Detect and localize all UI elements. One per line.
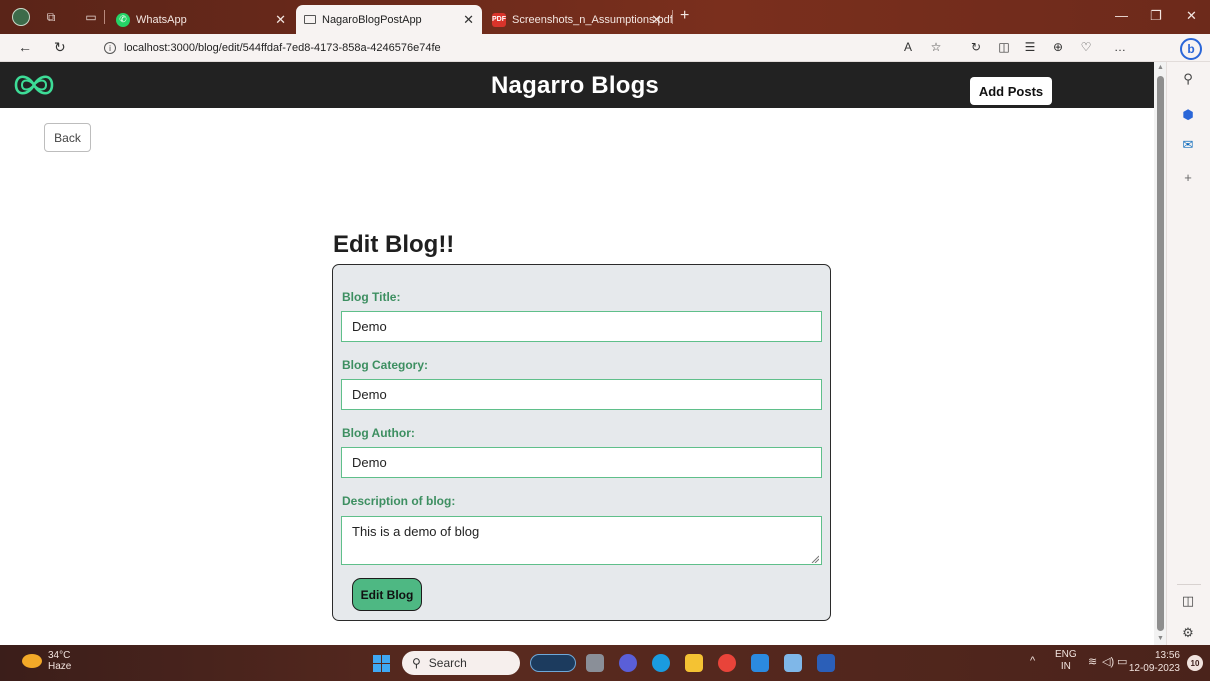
wifi-icon[interactable]: ≋ [1088, 655, 1097, 668]
close-icon[interactable]: ✕ [275, 12, 286, 28]
favorites-icon[interactable]: ☰ [1022, 40, 1038, 54]
collections-icon[interactable]: ⊕ [1050, 40, 1066, 54]
favorite-star-icon[interactable]: ☆ [928, 40, 944, 54]
windows-taskbar: 34°C Haze ⚲ Search ^ ENG IN ≋ ◁) ▭ 13:56… [0, 645, 1210, 681]
page-icon [304, 15, 316, 24]
task-view-icon[interactable] [586, 654, 604, 672]
taskbar-search[interactable]: ⚲ Search [402, 651, 520, 675]
time-text: 13:56 [1154, 650, 1180, 661]
tab-whatsapp[interactable]: ✆ WhatsApp ✕ [108, 5, 294, 34]
app-header: Nagarro Blogs Add Posts [0, 62, 1160, 108]
address-bar-row: ← ↻ i localhost:3000/blog/edit/544ffdaf-… [0, 34, 1210, 62]
show-hidden-icons-icon[interactable]: ^ [1030, 655, 1035, 667]
sidebar-divider [1177, 584, 1201, 585]
region-text: IN [1060, 661, 1071, 672]
tab-label: NagaroBlogPostApp [322, 13, 422, 26]
site-info-icon[interactable]: i [104, 42, 116, 54]
tab-screenshots-pdf[interactable]: PDF Screenshots_n_Assumptions.pdf ✕ [484, 5, 673, 34]
tab-label: Screenshots_n_Assumptions.pdf [512, 13, 673, 26]
blog-title-input[interactable] [341, 311, 822, 342]
volume-icon[interactable]: ◁) [1102, 655, 1114, 668]
resize-handle-icon[interactable] [811, 555, 819, 563]
blog-category-label: Blog Category: [342, 358, 429, 372]
url-text: localhost:3000/blog/edit/544ffdaf-7ed8-4… [124, 42, 441, 54]
profile-avatar-icon[interactable] [12, 8, 30, 26]
notepad-icon[interactable] [784, 654, 802, 672]
pdf-icon: PDF [492, 12, 506, 27]
browser-essentials-icon[interactable]: ♡ [1078, 40, 1094, 54]
form-heading: Edit Blog!! [333, 231, 455, 258]
notification-badge[interactable]: 10 [1187, 655, 1203, 671]
word-icon[interactable] [817, 654, 835, 672]
weather-text: Haze [48, 661, 72, 672]
blog-title-label: Blog Title: [342, 290, 401, 304]
page-viewport: Nagarro Blogs Add Posts Back Edit Blog!!… [0, 62, 1160, 645]
haze-weather-icon [22, 654, 42, 668]
close-icon[interactable]: ✕ [463, 12, 474, 28]
bing-copilot-icon[interactable]: b [1180, 38, 1202, 60]
battery-icon[interactable]: ▭ [1117, 655, 1127, 668]
search-placeholder: Search [428, 656, 467, 670]
teams-chat-icon[interactable] [619, 654, 637, 672]
weather-widget[interactable]: 34°C Haze [22, 650, 71, 672]
minimize-icon[interactable]: — [1115, 8, 1128, 23]
windows-start-icon[interactable] [373, 655, 390, 672]
file-explorer-icon[interactable] [685, 654, 703, 672]
add-posts-button[interactable]: Add Posts [970, 77, 1052, 105]
add-sidebar-app-icon[interactable]: + [1179, 168, 1197, 186]
scroll-down-icon[interactable]: ▼ [1157, 635, 1164, 642]
scrollbar-thumb[interactable] [1157, 76, 1164, 631]
description-label: Description of blog: [342, 494, 456, 508]
taskbar-clock[interactable]: 13:56 12-09-2023 [1128, 649, 1180, 675]
workspaces-icon[interactable]: ⧉ [42, 8, 60, 26]
close-icon[interactable]: ✕ [651, 12, 662, 28]
vscode-icon[interactable] [751, 654, 769, 672]
search-icon[interactable]: ⚲ [1179, 70, 1197, 88]
language-indicator[interactable]: ENG IN [1055, 649, 1077, 673]
edge-browser-icon[interactable] [652, 654, 670, 672]
back-arrow-icon[interactable]: ← [18, 39, 32, 55]
outlook-icon[interactable]: ✉ [1179, 136, 1197, 154]
page-scrollbar[interactable]: ▲ ▼ [1154, 62, 1166, 645]
temperature-text: 34°C [48, 650, 71, 661]
tab-nagaro-blog-post-app[interactable]: NagaroBlogPostApp ✕ [296, 5, 482, 34]
blog-category-input[interactable] [341, 379, 822, 410]
copilot-icon[interactable]: ⬢ [1179, 106, 1197, 124]
tab-actions-icon[interactable]: ▭ [82, 8, 100, 26]
split-screen-icon[interactable]: ◫ [996, 40, 1012, 54]
restore-icon[interactable]: ❐ [1150, 8, 1162, 24]
whatsapp-icon: ✆ [116, 12, 130, 27]
search-icon: ⚲ [412, 656, 421, 670]
back-button[interactable]: Back [44, 123, 91, 152]
blog-author-label: Blog Author: [342, 426, 415, 440]
copilot-widget-icon[interactable] [530, 654, 576, 672]
scroll-up-icon[interactable]: ▲ [1157, 64, 1164, 71]
date-text: 12-09-2023 [1128, 663, 1180, 674]
edge-sidebar: ⚲ ⬢ ✉ + ◫ ⚙ [1166, 62, 1210, 645]
tab-separator [672, 10, 673, 24]
extension-icon[interactable]: ↻ [968, 40, 984, 54]
hide-sidebar-icon[interactable]: ◫ [1179, 592, 1197, 610]
settings-gear-icon[interactable]: ⚙ [1179, 624, 1197, 642]
edit-blog-form: Blog Title: Blog Category: Blog Author: … [332, 264, 831, 621]
refresh-icon[interactable]: ↻ [54, 39, 66, 56]
language-text: ENG [1055, 649, 1077, 660]
tab-label: WhatsApp [136, 13, 187, 26]
chrome-icon[interactable] [718, 654, 736, 672]
tab-separator [104, 10, 105, 24]
new-tab-icon[interactable]: + [680, 7, 689, 25]
more-options-icon[interactable]: … [1112, 40, 1128, 54]
description-textarea[interactable]: This is a demo of blog [341, 516, 822, 565]
close-window-icon[interactable]: ✕ [1186, 8, 1197, 24]
url-field[interactable]: i localhost:3000/blog/edit/544ffdaf-7ed8… [94, 37, 894, 59]
read-aloud-icon[interactable]: A [900, 40, 916, 54]
blog-author-input[interactable] [341, 447, 822, 478]
browser-tab-strip: ⧉ ▭ ✆ WhatsApp ✕ NagaroBlogPostApp ✕ PDF… [0, 0, 1210, 34]
edit-blog-submit-button[interactable]: Edit Blog [352, 578, 422, 611]
